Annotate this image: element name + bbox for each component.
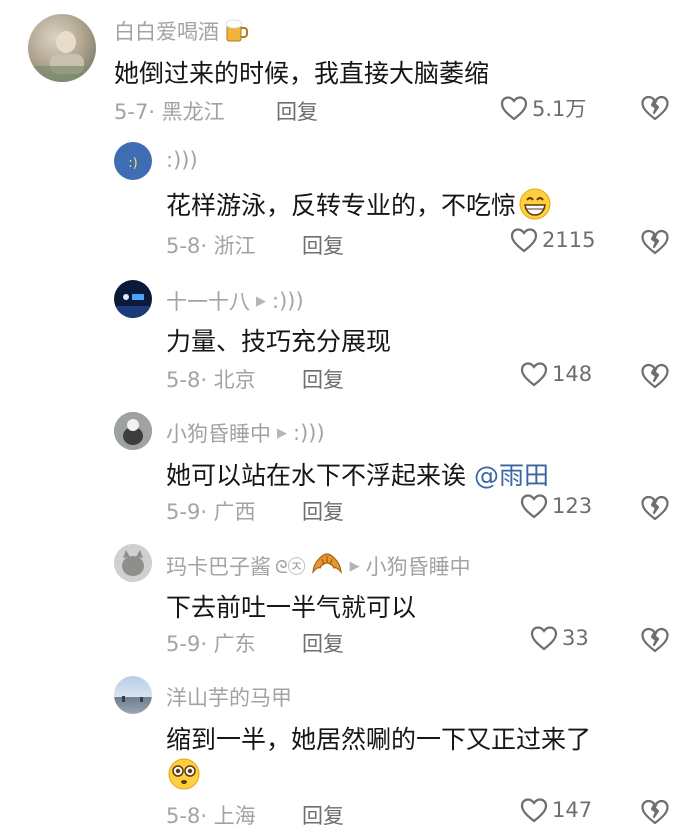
like-button[interactable]: 147 xyxy=(520,797,592,823)
like-count: 147 xyxy=(552,798,593,822)
reply-button[interactable]: 回复 xyxy=(302,800,344,830)
comment-date: 5-8 xyxy=(166,804,201,828)
heart-icon xyxy=(520,798,548,823)
comment-text: 缩到一半，她居然唰的一下又正过来了 xyxy=(166,725,592,754)
comment-meta: 5-8· 上海 xyxy=(166,804,256,828)
dislike-button[interactable] xyxy=(640,798,670,828)
flushed-face-icon xyxy=(168,758,200,790)
landscape-avatar-icon xyxy=(122,696,143,702)
comment-location: 上海 xyxy=(213,804,256,828)
broken-heart-icon xyxy=(641,799,669,825)
comment-username[interactable]: 洋山芋的马甲 xyxy=(166,682,292,712)
comment-6: 洋山芋的马甲 缩到一半，她居然唰的一下又正过来了 5-8· 上海 回复 147 xyxy=(0,0,700,840)
comment-emoji-line xyxy=(166,756,202,792)
avatar[interactable] xyxy=(114,676,152,714)
